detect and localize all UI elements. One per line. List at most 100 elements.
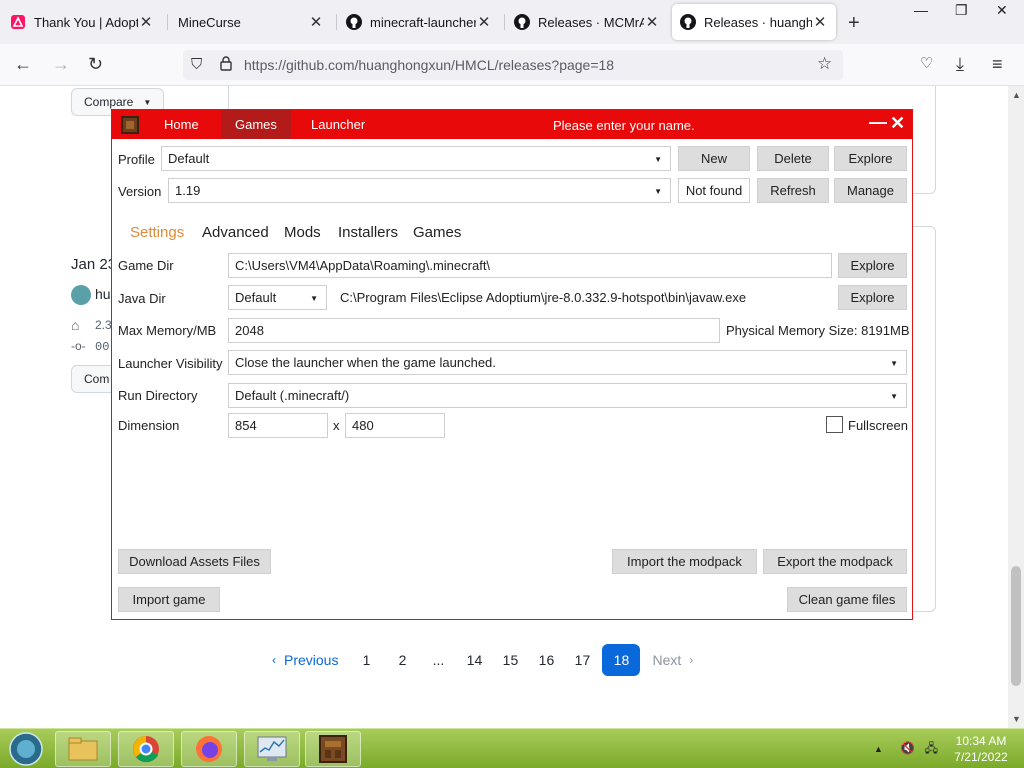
tab-advanced[interactable]: Advanced xyxy=(202,224,269,241)
max-memory-input[interactable]: 2048 xyxy=(228,318,720,343)
clock-time: 10:34 AM xyxy=(955,734,1007,748)
explore-profile-button[interactable]: Explore xyxy=(834,146,907,171)
close-icon[interactable]: ✕ xyxy=(138,13,154,31)
tab-mods[interactable]: Mods xyxy=(284,224,321,241)
refresh-button[interactable]: Refresh xyxy=(757,178,829,203)
width-input[interactable]: 854 xyxy=(228,413,328,438)
tab-games[interactable]: Games xyxy=(413,224,461,241)
page-link[interactable]: 15 xyxy=(494,644,526,676)
version-select[interactable]: 1.19 ▼ xyxy=(168,178,671,203)
network-icon[interactable]: 🖧 xyxy=(925,741,938,755)
show-hidden-icons[interactable]: ▲ xyxy=(874,744,883,754)
delete-profile-button[interactable]: Delete xyxy=(757,146,829,171)
profile-select[interactable]: Default ▼ xyxy=(161,146,671,171)
nav-games[interactable]: Games xyxy=(221,110,291,139)
browser-tab[interactable]: MineCurse ✕ xyxy=(170,4,332,40)
menu-icon[interactable]: ≡ xyxy=(992,54,1003,75)
github-icon xyxy=(346,14,362,30)
scroll-up-icon[interactable]: ▲ xyxy=(1012,90,1021,100)
dimension-label: Dimension xyxy=(118,418,180,433)
version-label: Version xyxy=(118,184,162,199)
forward-icon[interactable]: → xyxy=(52,54,70,75)
export-modpack-button[interactable]: Export the modpack xyxy=(763,549,907,574)
explore-game-dir-button[interactable]: Explore xyxy=(838,253,907,278)
java-dir-label: Java Dir xyxy=(118,291,166,306)
bookmark-star-icon[interactable]: ☆ xyxy=(817,54,832,74)
new-profile-button[interactable]: New xyxy=(678,146,750,171)
file-explorer-icon[interactable] xyxy=(55,731,111,767)
commit-hash[interactable]: 00 xyxy=(95,340,109,354)
github-icon xyxy=(514,14,530,30)
height-input[interactable]: 480 xyxy=(345,413,445,438)
nav-home[interactable]: Home xyxy=(150,110,213,139)
previous-page-link[interactable]: ‹ Previous xyxy=(264,644,346,676)
nav-launcher[interactable]: Launcher xyxy=(297,110,379,139)
scrollbar-thumb[interactable] xyxy=(1011,566,1021,686)
scroll-down-icon[interactable]: ▼ xyxy=(1012,714,1021,724)
import-modpack-button[interactable]: Import the modpack xyxy=(612,549,757,574)
reload-icon[interactable]: ↻ xyxy=(88,54,103,75)
import-game-button[interactable]: Import game xyxy=(118,587,220,612)
back-icon[interactable]: ← xyxy=(14,54,32,75)
page-link[interactable]: 17 xyxy=(566,644,598,676)
taskbar-clock[interactable]: 10:34 AM 7/21/2022 xyxy=(946,733,1016,765)
minecraft-launcher-icon[interactable] xyxy=(305,731,361,767)
clock-date: 7/21/2022 xyxy=(954,750,1008,764)
dropdown-arrow-icon: ▼ xyxy=(890,392,898,401)
close-icon[interactable]: ✕ xyxy=(476,13,492,31)
java-select[interactable]: Default ▼ xyxy=(228,285,327,310)
dropdown-arrow-icon: ▼ xyxy=(654,187,662,196)
browser-tab[interactable]: Releases · MCMrARM ✕ xyxy=(506,4,668,40)
tag-name[interactable]: 2.3 xyxy=(95,318,112,332)
page-link[interactable]: 16 xyxy=(530,644,562,676)
fullscreen-checkbox[interactable] xyxy=(826,416,843,433)
download-assets-button[interactable]: Download Assets Files xyxy=(118,549,271,574)
java-path-input[interactable]: C:\Program Files\Eclipse Adoptium\jre-8.… xyxy=(333,285,832,310)
browser-tab-active[interactable]: Releases · huanghon ✕ xyxy=(672,4,836,40)
chrome-icon[interactable] xyxy=(118,731,174,767)
lock-icon[interactable] xyxy=(219,55,233,74)
avatar[interactable] xyxy=(71,285,91,305)
close-icon[interactable]: ✕ xyxy=(644,13,660,31)
launcher-visibility-select[interactable]: Close the launcher when the game launche… xyxy=(228,350,907,375)
dimension-separator: x xyxy=(333,418,340,433)
firefox-icon[interactable] xyxy=(181,731,237,767)
title-message: Please enter your name. xyxy=(553,118,695,133)
restore-window-icon[interactable]: ❐ xyxy=(955,2,968,19)
page-link[interactable]: 14 xyxy=(458,644,490,676)
volume-muted-icon[interactable]: 🔇 xyxy=(900,741,915,755)
manage-button[interactable]: Manage xyxy=(834,178,907,203)
browser-tab[interactable]: minecraft-launcher · ✕ xyxy=(338,4,500,40)
shield-icon[interactable]: ⛉ xyxy=(191,56,202,73)
physical-memory-info: Physical Memory Size: 8191MB xyxy=(726,323,910,338)
close-window-icon[interactable]: ✕ xyxy=(996,2,1008,19)
start-orb-icon[interactable] xyxy=(0,731,52,767)
minimize-icon[interactable]: — xyxy=(869,112,887,133)
task-manager-icon[interactable] xyxy=(244,731,300,767)
next-page-link[interactable]: Next › xyxy=(644,644,701,676)
close-icon[interactable]: ✕ xyxy=(812,13,828,31)
current-page[interactable]: 18 xyxy=(602,644,641,676)
download-icon[interactable]: ⤓ xyxy=(956,54,964,75)
url-bar[interactable]: ⛉ https://github.com/huanghongxun/HMCL/r… xyxy=(183,50,843,80)
pocket-icon[interactable]: ♡ xyxy=(920,54,933,72)
minimize-window-icon[interactable]: — xyxy=(914,2,928,18)
close-icon[interactable]: ✕ xyxy=(890,113,905,134)
page-gap: ... xyxy=(432,652,445,668)
explore-java-button[interactable]: Explore xyxy=(838,285,907,310)
tab-installers[interactable]: Installers xyxy=(338,224,398,241)
browser-tab-bar: Thank You | Adoptiu ✕ MineCurse ✕ minecr… xyxy=(0,0,1024,44)
url-text[interactable]: https://github.com/huanghongxun/HMCL/rel… xyxy=(244,57,614,73)
new-tab-icon[interactable]: + xyxy=(848,12,860,35)
page-link[interactable]: 2 xyxy=(386,644,418,676)
author-name[interactable]: hu xyxy=(95,286,111,302)
tab-settings[interactable]: Settings xyxy=(130,224,184,241)
launcher-titlebar[interactable]: Home Games Launcher Please enter your na… xyxy=(112,110,912,139)
page-link[interactable]: 1 xyxy=(350,644,382,676)
clean-game-files-button[interactable]: Clean game files xyxy=(787,587,907,612)
page-scrollbar[interactable]: ▲ ▼ xyxy=(1008,86,1024,728)
game-dir-input[interactable]: C:\Users\VM4\AppData\Roaming\.minecraft\ xyxy=(228,253,832,278)
close-icon[interactable]: ✕ xyxy=(308,13,324,31)
run-directory-select[interactable]: Default (.minecraft/) ▼ xyxy=(228,383,907,408)
browser-tab[interactable]: Thank You | Adoptiu ✕ xyxy=(2,4,162,40)
